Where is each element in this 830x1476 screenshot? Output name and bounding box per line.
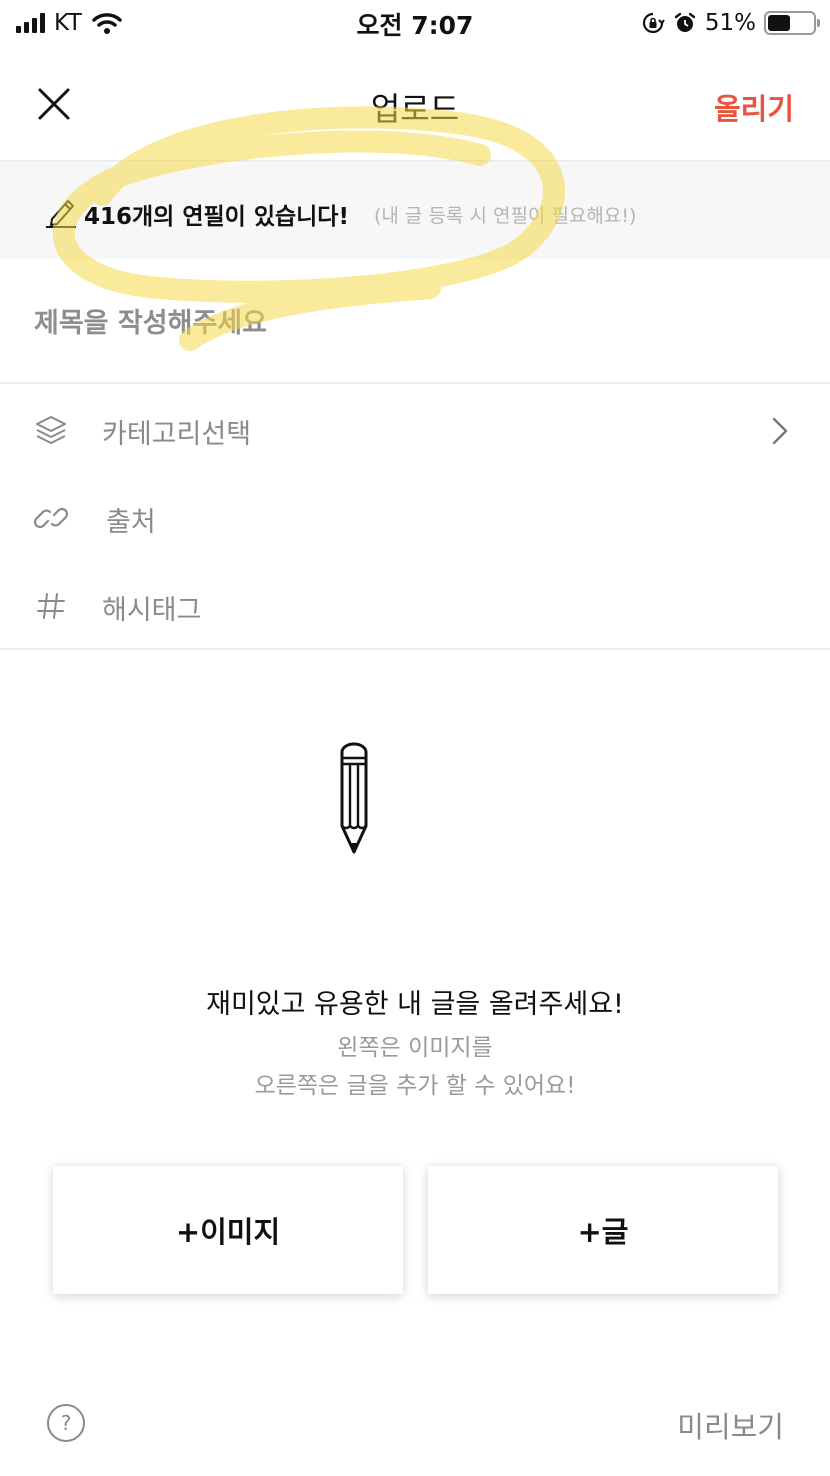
- pencil-icon: [46, 200, 76, 228]
- layers-icon: [36, 416, 66, 444]
- pencil-count-text: 416개의 연필이 있습니다!: [84, 204, 349, 230]
- category-label: 카테고리선택: [102, 419, 252, 450]
- hashtag-icon: [37, 593, 65, 619]
- alarm-icon: [674, 12, 696, 32]
- add-text-button[interactable]: +글: [428, 1166, 778, 1294]
- source-label: 출처: [106, 507, 156, 538]
- pencil-notice: 416개의 연필이 있습니다! (내 글 등록 시 연필이 필요해요!): [0, 163, 830, 259]
- header-divider: [0, 160, 830, 162]
- battery-fill: [768, 15, 791, 31]
- chevron-right-icon: [772, 417, 788, 445]
- empty-state-line2: 오른쪽은 글을 추가 할 수 있어요!: [254, 1073, 576, 1099]
- pencil-icon: [340, 742, 368, 854]
- divider: [0, 382, 830, 384]
- empty-state-line1: 왼쪽은 이미지를: [337, 1035, 493, 1061]
- battery-percent: 51%: [704, 10, 756, 36]
- link-icon: [34, 507, 68, 529]
- hashtag-label: 해시태그: [102, 595, 202, 626]
- empty-state-title: 재미있고 유용한 내 글을 올려주세요!: [206, 989, 624, 1020]
- status-bar: KT 오전 7:07 51%: [0, 0, 830, 46]
- add-image-button[interactable]: +이미지: [53, 1166, 403, 1294]
- pencil-hint-text: (내 글 등록 시 연필이 필요해요!): [374, 205, 637, 227]
- hashtag-row[interactable]: 해시태그: [0, 562, 830, 650]
- preview-button[interactable]: 미리보기: [677, 1404, 784, 1446]
- category-select-row[interactable]: 카테고리선택: [0, 386, 830, 474]
- battery-icon: [764, 11, 820, 35]
- help-button[interactable]: ?: [47, 1404, 85, 1442]
- page-title: 업로드: [370, 90, 460, 128]
- divider: [0, 648, 830, 650]
- title-input[interactable]: [34, 298, 794, 348]
- source-row[interactable]: 출처: [0, 474, 830, 562]
- upload-button[interactable]: 올리기: [714, 86, 794, 128]
- rotation-lock-icon: [642, 12, 665, 34]
- header: 업로드 올리기: [0, 60, 830, 160]
- status-right: 51%: [641, 8, 820, 38]
